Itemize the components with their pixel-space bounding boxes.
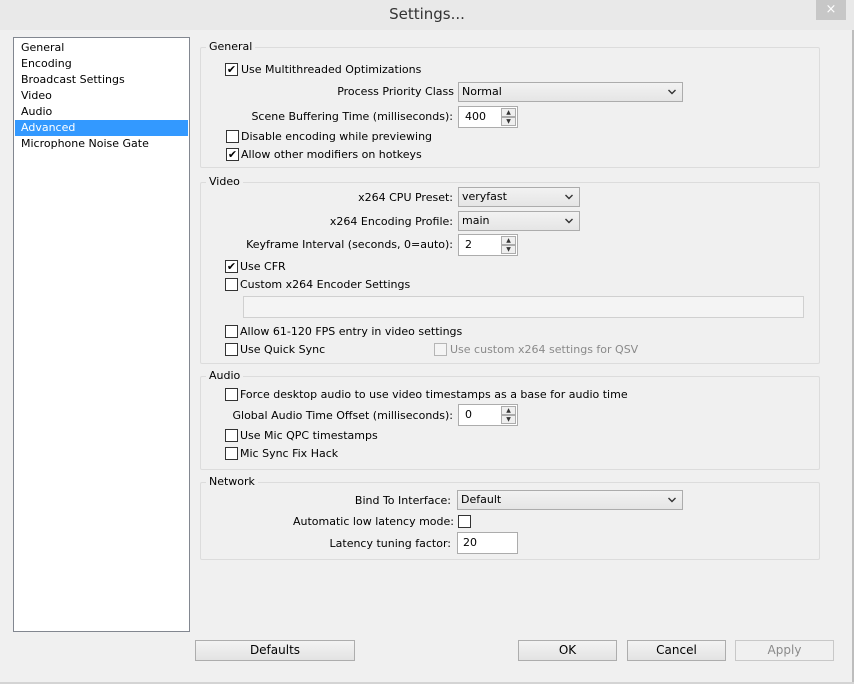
- sidebar-item-broadcast-settings[interactable]: Broadcast Settings: [15, 72, 188, 88]
- buffering-spinbox[interactable]: 400 ▲ ▼: [458, 106, 518, 128]
- encoding-profile-value: main: [462, 214, 490, 227]
- qsv-custom-settings-label: Use custom x264 settings for QSV: [450, 343, 639, 356]
- mic-sync-label: Mic Sync Fix Hack: [240, 447, 339, 460]
- chevron-down-icon: [668, 89, 676, 95]
- latency-tuning-input[interactable]: 20: [457, 532, 518, 554]
- audio-offset-spin-arrows[interactable]: ▲ ▼: [501, 406, 516, 424]
- encoding-profile-label: x264 Encoding Profile:: [329, 215, 453, 228]
- multithreaded-checkbox[interactable]: ✔: [225, 63, 238, 76]
- sidebar-item-general[interactable]: General: [15, 40, 188, 56]
- low-latency-label: Automatic low latency mode:: [293, 515, 454, 528]
- mic-qpc-label: Use Mic QPC timestamps: [240, 429, 378, 442]
- qsv-custom-settings-checkbox[interactable]: [434, 343, 447, 356]
- audio-offset-label: Global Audio Time Offset (milliseconds):: [232, 409, 454, 422]
- custom-x264-checkbox[interactable]: [225, 278, 238, 291]
- multithreaded-label: Use Multithreaded Optimizations: [241, 63, 422, 76]
- custom-x264-settings-input[interactable]: [243, 296, 804, 318]
- spin-up-icon[interactable]: ▲: [501, 108, 516, 117]
- ok-button[interactable]: OK: [518, 640, 617, 661]
- keyframe-interval-label: Keyframe Interval (seconds, 0=auto):: [246, 238, 453, 251]
- keyframe-interval-spinbox[interactable]: 2 ▲ ▼: [458, 234, 518, 256]
- custom-x264-label: Custom x264 Encoder Settings: [240, 278, 411, 291]
- disable-preview-label: Disable encoding while previewing: [241, 130, 433, 143]
- spin-down-icon[interactable]: ▼: [501, 117, 516, 126]
- mic-qpc-checkbox[interactable]: [225, 429, 238, 442]
- fps-entry-checkbox[interactable]: [225, 325, 238, 338]
- bind-interface-select[interactable]: Default: [457, 490, 683, 510]
- spin-down-icon[interactable]: ▼: [501, 415, 516, 424]
- use-cfr-checkbox[interactable]: ✔: [225, 260, 238, 273]
- disable-preview-checkbox[interactable]: [226, 130, 239, 143]
- buffering-spin-arrows[interactable]: ▲ ▼: [501, 108, 516, 126]
- sidebar-item-encoding[interactable]: Encoding: [15, 56, 188, 72]
- close-button[interactable]: ×: [816, 0, 846, 20]
- cpu-preset-value: veryfast: [462, 190, 507, 203]
- spin-up-icon[interactable]: ▲: [501, 236, 516, 245]
- priority-label: Process Priority Class: [337, 85, 454, 98]
- encoding-profile-select[interactable]: main: [458, 211, 580, 231]
- priority-select[interactable]: Normal: [458, 82, 683, 102]
- sidebar-item-video[interactable]: Video: [15, 88, 188, 104]
- use-cfr-label: Use CFR: [240, 260, 286, 273]
- hotkey-modifiers-label: Allow other modifiers on hotkeys: [241, 148, 422, 161]
- bind-interface-label: Bind To Interface:: [354, 494, 451, 507]
- defaults-button[interactable]: Defaults: [195, 640, 355, 661]
- sidebar-item-microphone-noise-gate[interactable]: Microphone Noise Gate: [15, 136, 188, 152]
- keyframe-spin-arrows[interactable]: ▲ ▼: [501, 236, 516, 254]
- spin-up-icon[interactable]: ▲: [501, 406, 516, 415]
- chevron-down-icon: [565, 194, 573, 200]
- settings-category-list[interactable]: General Encoding Broadcast Settings Vide…: [13, 37, 190, 632]
- network-group-title: Network: [206, 475, 258, 489]
- spin-down-icon[interactable]: ▼: [501, 245, 516, 254]
- sidebar-item-advanced[interactable]: Advanced: [15, 120, 188, 136]
- force-desktop-audio-label: Force desktop audio to use video timesta…: [240, 388, 628, 401]
- cancel-button[interactable]: Cancel: [627, 640, 726, 661]
- video-group-title: Video: [206, 175, 243, 189]
- low-latency-checkbox[interactable]: [458, 515, 471, 528]
- chevron-down-icon: [668, 497, 676, 503]
- audio-group-title: Audio: [206, 369, 244, 383]
- keyframe-interval-value: 2: [465, 238, 472, 251]
- apply-button[interactable]: Apply: [735, 640, 834, 661]
- general-group-title: General: [206, 40, 256, 54]
- priority-value: Normal: [462, 85, 502, 98]
- window-title: Settings...: [389, 5, 465, 23]
- audio-offset-value: 0: [465, 408, 472, 421]
- hotkey-modifiers-checkbox[interactable]: ✔: [226, 148, 239, 161]
- chevron-down-icon: [565, 218, 573, 224]
- cpu-preset-select[interactable]: veryfast: [458, 187, 580, 207]
- sidebar-item-audio[interactable]: Audio: [15, 104, 188, 120]
- buffering-value: 400: [465, 110, 486, 123]
- mic-sync-checkbox[interactable]: [225, 447, 238, 460]
- cpu-preset-label: x264 CPU Preset:: [358, 191, 453, 204]
- fps-entry-label: Allow 61-120 FPS entry in video settings: [240, 325, 463, 338]
- quick-sync-checkbox[interactable]: [225, 343, 238, 356]
- latency-tuning-label: Latency tuning factor:: [329, 537, 451, 550]
- force-desktop-audio-checkbox[interactable]: [225, 388, 238, 401]
- bind-interface-value: Default: [461, 493, 502, 506]
- audio-offset-spinbox[interactable]: 0 ▲ ▼: [458, 404, 518, 426]
- buffering-label: Scene Buffering Time (milliseconds):: [251, 110, 453, 123]
- quick-sync-label: Use Quick Sync: [240, 343, 326, 356]
